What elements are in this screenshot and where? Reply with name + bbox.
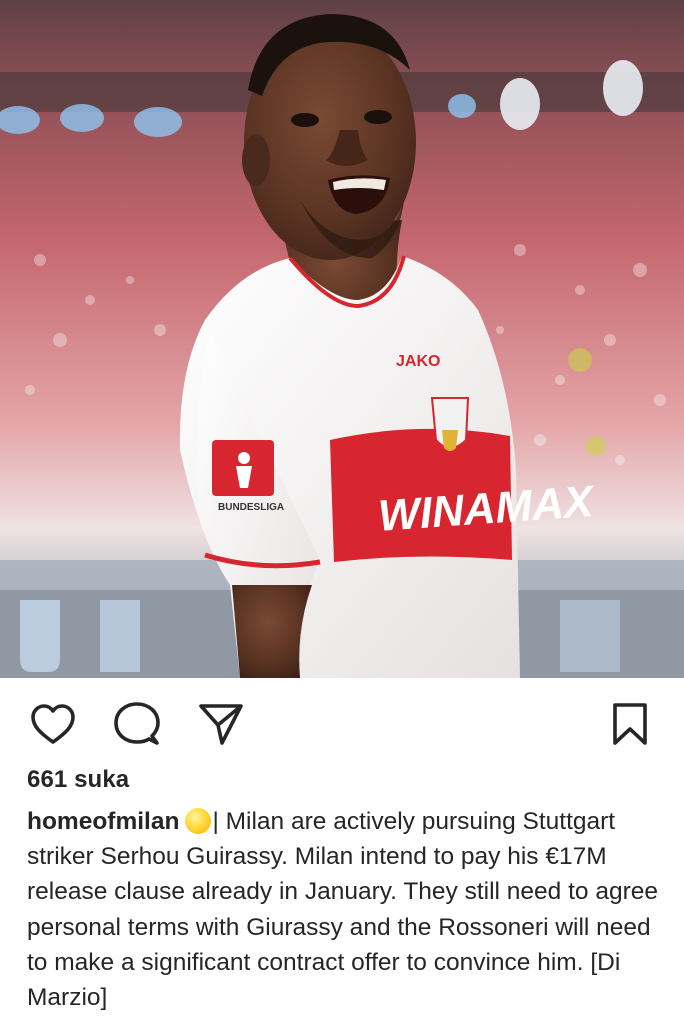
comment-bubble-icon[interactable] [113, 700, 161, 748]
post-caption: homeofmilan | Milan are actively pursuing… [27, 804, 663, 1015]
kit-brand-text: JAKO [396, 353, 440, 370]
post-image[interactable]: WINAMAX JAKO BUNDESLIGA [0, 0, 684, 678]
heart-outline-icon[interactable] [29, 700, 77, 748]
yellow-circle-emoji [185, 808, 212, 834]
player-photo: WINAMAX JAKO BUNDESLIGA [0, 0, 684, 678]
post-action-bar [0, 696, 684, 752]
likes-count[interactable]: 661 suka [27, 766, 129, 794]
paper-plane-icon[interactable] [197, 700, 245, 748]
sleeve-badge-text: BUNDESLIGA [218, 502, 284, 513]
caption-text: | Milan are actively pursuing Stuttgart … [27, 808, 659, 1012]
bookmark-outline-icon[interactable] [606, 700, 654, 748]
caption-username[interactable]: homeofmilan [27, 808, 179, 835]
